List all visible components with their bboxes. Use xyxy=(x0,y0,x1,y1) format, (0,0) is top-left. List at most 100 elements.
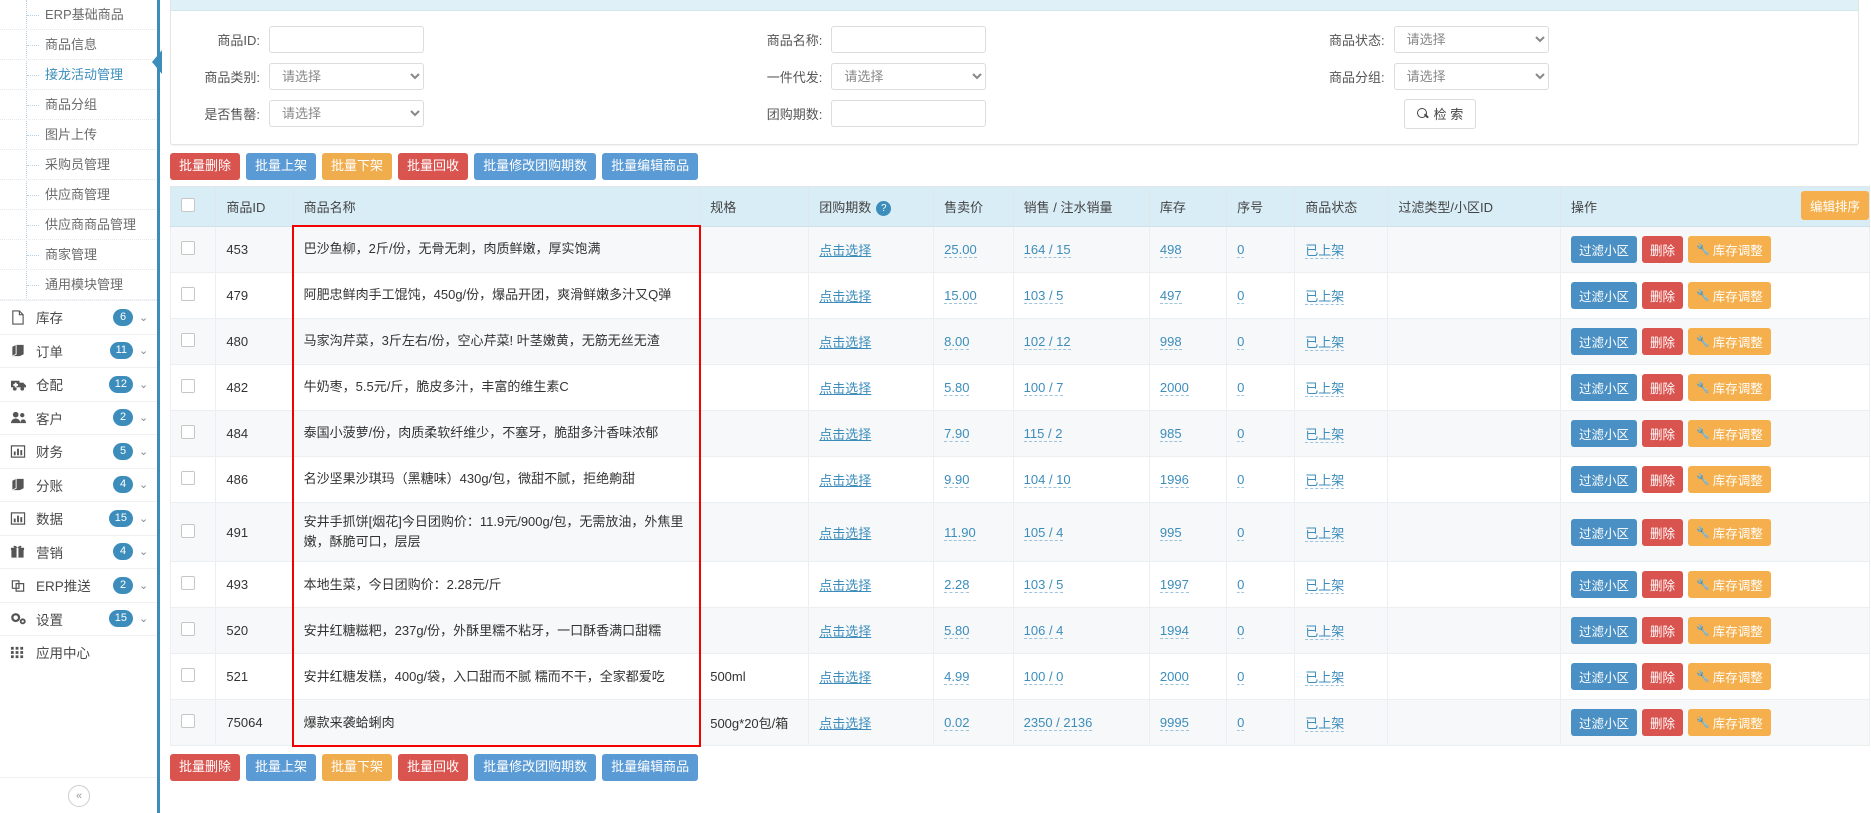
pick-period-link[interactable]: 点击选择 xyxy=(819,578,871,593)
batch-action-top-0[interactable]: 批量删除 xyxy=(170,153,241,180)
delete-button[interactable]: 删除 xyxy=(1642,617,1684,645)
seq-link[interactable]: 0 xyxy=(1237,287,1245,304)
sidebar-item-7[interactable]: 营销 4 ⌄ xyxy=(0,534,157,568)
batch-action-top-3[interactable]: 批量回收 xyxy=(398,153,469,180)
sales-link[interactable]: 100 / 0 xyxy=(1023,669,1064,686)
batch-action-bottom-3[interactable]: 批量回收 xyxy=(398,754,469,782)
stock-link[interactable]: 1994 xyxy=(1159,623,1189,640)
row-checkbox[interactable] xyxy=(181,378,195,393)
seq-link[interactable]: 0 xyxy=(1237,669,1245,686)
stock-link[interactable]: 985 xyxy=(1159,425,1182,442)
stock-adjust-button[interactable]: 🔧 库存调整 xyxy=(1688,419,1771,447)
sidebar-subitem-2[interactable]: 接龙活动管理 xyxy=(0,60,157,90)
stock-link[interactable]: 9995 xyxy=(1159,715,1189,732)
filter-community-button[interactable]: 过滤小区 xyxy=(1571,235,1638,263)
filter-community-button[interactable]: 过滤小区 xyxy=(1571,663,1638,691)
stock-link[interactable]: 498 xyxy=(1159,241,1182,258)
edit-sort-button[interactable]: 编辑排序 xyxy=(1800,190,1869,220)
batch-action-bottom-2[interactable]: 批量下架 xyxy=(322,754,393,782)
filter-community-button[interactable]: 过滤小区 xyxy=(1571,465,1638,493)
row-checkbox[interactable] xyxy=(181,523,195,538)
collapse-sidebar-button[interactable]: « xyxy=(68,784,90,807)
seq-link[interactable]: 0 xyxy=(1237,623,1245,640)
status-link[interactable]: 已上架 xyxy=(1305,578,1345,595)
filter-community-button[interactable]: 过滤小区 xyxy=(1571,327,1638,355)
sidebar-item-10[interactable]: 应用中心 xyxy=(0,635,157,669)
price-link[interactable]: 9.90 xyxy=(944,471,970,488)
search-input-1[interactable] xyxy=(831,26,987,53)
batch-action-top-5[interactable]: 批量编辑商品 xyxy=(602,153,699,180)
sidebar-subitem-4[interactable]: 图片上传 xyxy=(0,120,157,150)
seq-link[interactable]: 0 xyxy=(1237,379,1245,396)
stock-link[interactable]: 497 xyxy=(1159,287,1182,304)
sidebar-item-9[interactable]: 设置 15 ⌄ xyxy=(0,601,157,635)
delete-button[interactable]: 删除 xyxy=(1642,419,1684,447)
status-link[interactable]: 已上架 xyxy=(1305,334,1345,351)
pick-period-link[interactable]: 点击选择 xyxy=(819,335,871,350)
sidebar-subitem-3[interactable]: 商品分组 xyxy=(0,90,157,120)
search-button[interactable]: 检 索 xyxy=(1403,98,1477,129)
cell-product-name[interactable]: 泰国小菠萝/份，肉质柔软纤维少，不塞牙，脆甜多汁香味浓郁 xyxy=(292,409,701,457)
sales-link[interactable]: 100 / 7 xyxy=(1023,379,1064,396)
cell-product-name[interactable]: 本地生菜，今日团购价：2.28元/斤 xyxy=(292,561,701,609)
cell-product-name[interactable]: 安井手抓饼[烟花]今日团购价：11.9元/900g/包，无需放油，外焦里嫩，酥脆… xyxy=(292,501,701,563)
batch-action-bottom-4[interactable]: 批量修改团购期数 xyxy=(474,754,597,782)
pick-period-link[interactable]: 点击选择 xyxy=(819,716,871,731)
stock-adjust-button[interactable]: 🔧 库存调整 xyxy=(1688,617,1771,645)
stock-link[interactable]: 1996 xyxy=(1159,471,1189,488)
sidebar-item-3[interactable]: 客户 2 ⌄ xyxy=(0,400,157,434)
sidebar-subitem-7[interactable]: 供应商商品管理 xyxy=(0,210,157,240)
price-link[interactable]: 5.80 xyxy=(944,623,970,640)
cell-product-name[interactable]: 牛奶枣，5.5元/斤，脆皮多汁，丰富的维生素C xyxy=(292,363,701,411)
filter-community-button[interactable]: 过滤小区 xyxy=(1571,281,1638,309)
sidebar-item-8[interactable]: ERP推送 2 ⌄ xyxy=(0,568,157,602)
delete-button[interactable]: 删除 xyxy=(1642,281,1684,309)
filter-community-button[interactable]: 过滤小区 xyxy=(1571,518,1638,546)
sidebar-subitem-9[interactable]: 通用模块管理 xyxy=(0,270,157,300)
seq-link[interactable]: 0 xyxy=(1237,425,1245,442)
cell-product-name[interactable]: 安井红糖糍粑，237g/份，外酥里糯不粘牙，一口酥香满口甜糯 xyxy=(292,607,701,655)
batch-action-top-4[interactable]: 批量修改团购期数 xyxy=(474,153,597,180)
delete-button[interactable]: 删除 xyxy=(1642,518,1684,546)
status-link[interactable]: 已上架 xyxy=(1305,624,1345,641)
status-link[interactable]: 已上架 xyxy=(1305,288,1345,305)
sales-link[interactable]: 115 / 2 xyxy=(1023,425,1063,442)
sidebar-subitem-8[interactable]: 商家管理 xyxy=(0,240,157,270)
filter-community-button[interactable]: 过滤小区 xyxy=(1571,419,1638,447)
status-link[interactable]: 已上架 xyxy=(1305,242,1345,259)
stock-adjust-button[interactable]: 🔧 库存调整 xyxy=(1688,373,1771,401)
sales-link[interactable]: 164 / 15 xyxy=(1023,241,1071,258)
sidebar-item-5[interactable]: 分账 4 ⌄ xyxy=(0,467,157,501)
stock-link[interactable]: 998 xyxy=(1159,333,1182,350)
cell-product-name[interactable]: 阿肥忠鲜肉手工馄饨，450g/份，爆品开团，爽滑鲜嫩多汁又Q弹 xyxy=(292,271,701,319)
sidebar-item-0[interactable]: 库存 6 ⌄ xyxy=(0,300,157,334)
seq-link[interactable]: 0 xyxy=(1237,333,1245,350)
delete-button[interactable]: 删除 xyxy=(1642,373,1684,401)
select-all-checkbox[interactable] xyxy=(181,197,195,212)
seq-link[interactable]: 0 xyxy=(1237,524,1245,541)
sales-link[interactable]: 104 / 10 xyxy=(1023,471,1071,488)
stock-adjust-button[interactable]: 🔧 库存调整 xyxy=(1688,709,1771,737)
pick-period-link[interactable]: 点击选择 xyxy=(819,624,871,639)
row-checkbox[interactable] xyxy=(181,668,195,683)
batch-action-bottom-5[interactable]: 批量编辑商品 xyxy=(602,754,699,782)
status-link[interactable]: 已上架 xyxy=(1305,426,1345,443)
pick-period-link[interactable]: 点击选择 xyxy=(819,289,871,304)
stock-link[interactable]: 2000 xyxy=(1159,379,1189,396)
status-link[interactable]: 已上架 xyxy=(1305,380,1345,397)
price-link[interactable]: 25.00 xyxy=(944,241,977,258)
batch-action-top-1[interactable]: 批量上架 xyxy=(246,153,317,180)
price-link[interactable]: 0.02 xyxy=(944,715,970,732)
status-link[interactable]: 已上架 xyxy=(1305,472,1345,489)
price-link[interactable]: 7.90 xyxy=(944,425,970,442)
sidebar-item-6[interactable]: 数据 15 ⌄ xyxy=(0,501,157,535)
filter-community-button[interactable]: 过滤小区 xyxy=(1571,709,1638,737)
sales-link[interactable]: 102 / 12 xyxy=(1023,333,1071,350)
sidebar-subitem-5[interactable]: 采购员管理 xyxy=(0,150,157,180)
price-link[interactable]: 15.00 xyxy=(944,287,977,304)
delete-button[interactable]: 删除 xyxy=(1642,327,1684,355)
pick-period-link[interactable]: 点击选择 xyxy=(819,381,871,396)
stock-adjust-button[interactable]: 🔧 库存调整 xyxy=(1688,663,1771,691)
sales-link[interactable]: 106 / 4 xyxy=(1023,623,1064,640)
sales-link[interactable]: 2350 / 2136 xyxy=(1023,715,1093,732)
